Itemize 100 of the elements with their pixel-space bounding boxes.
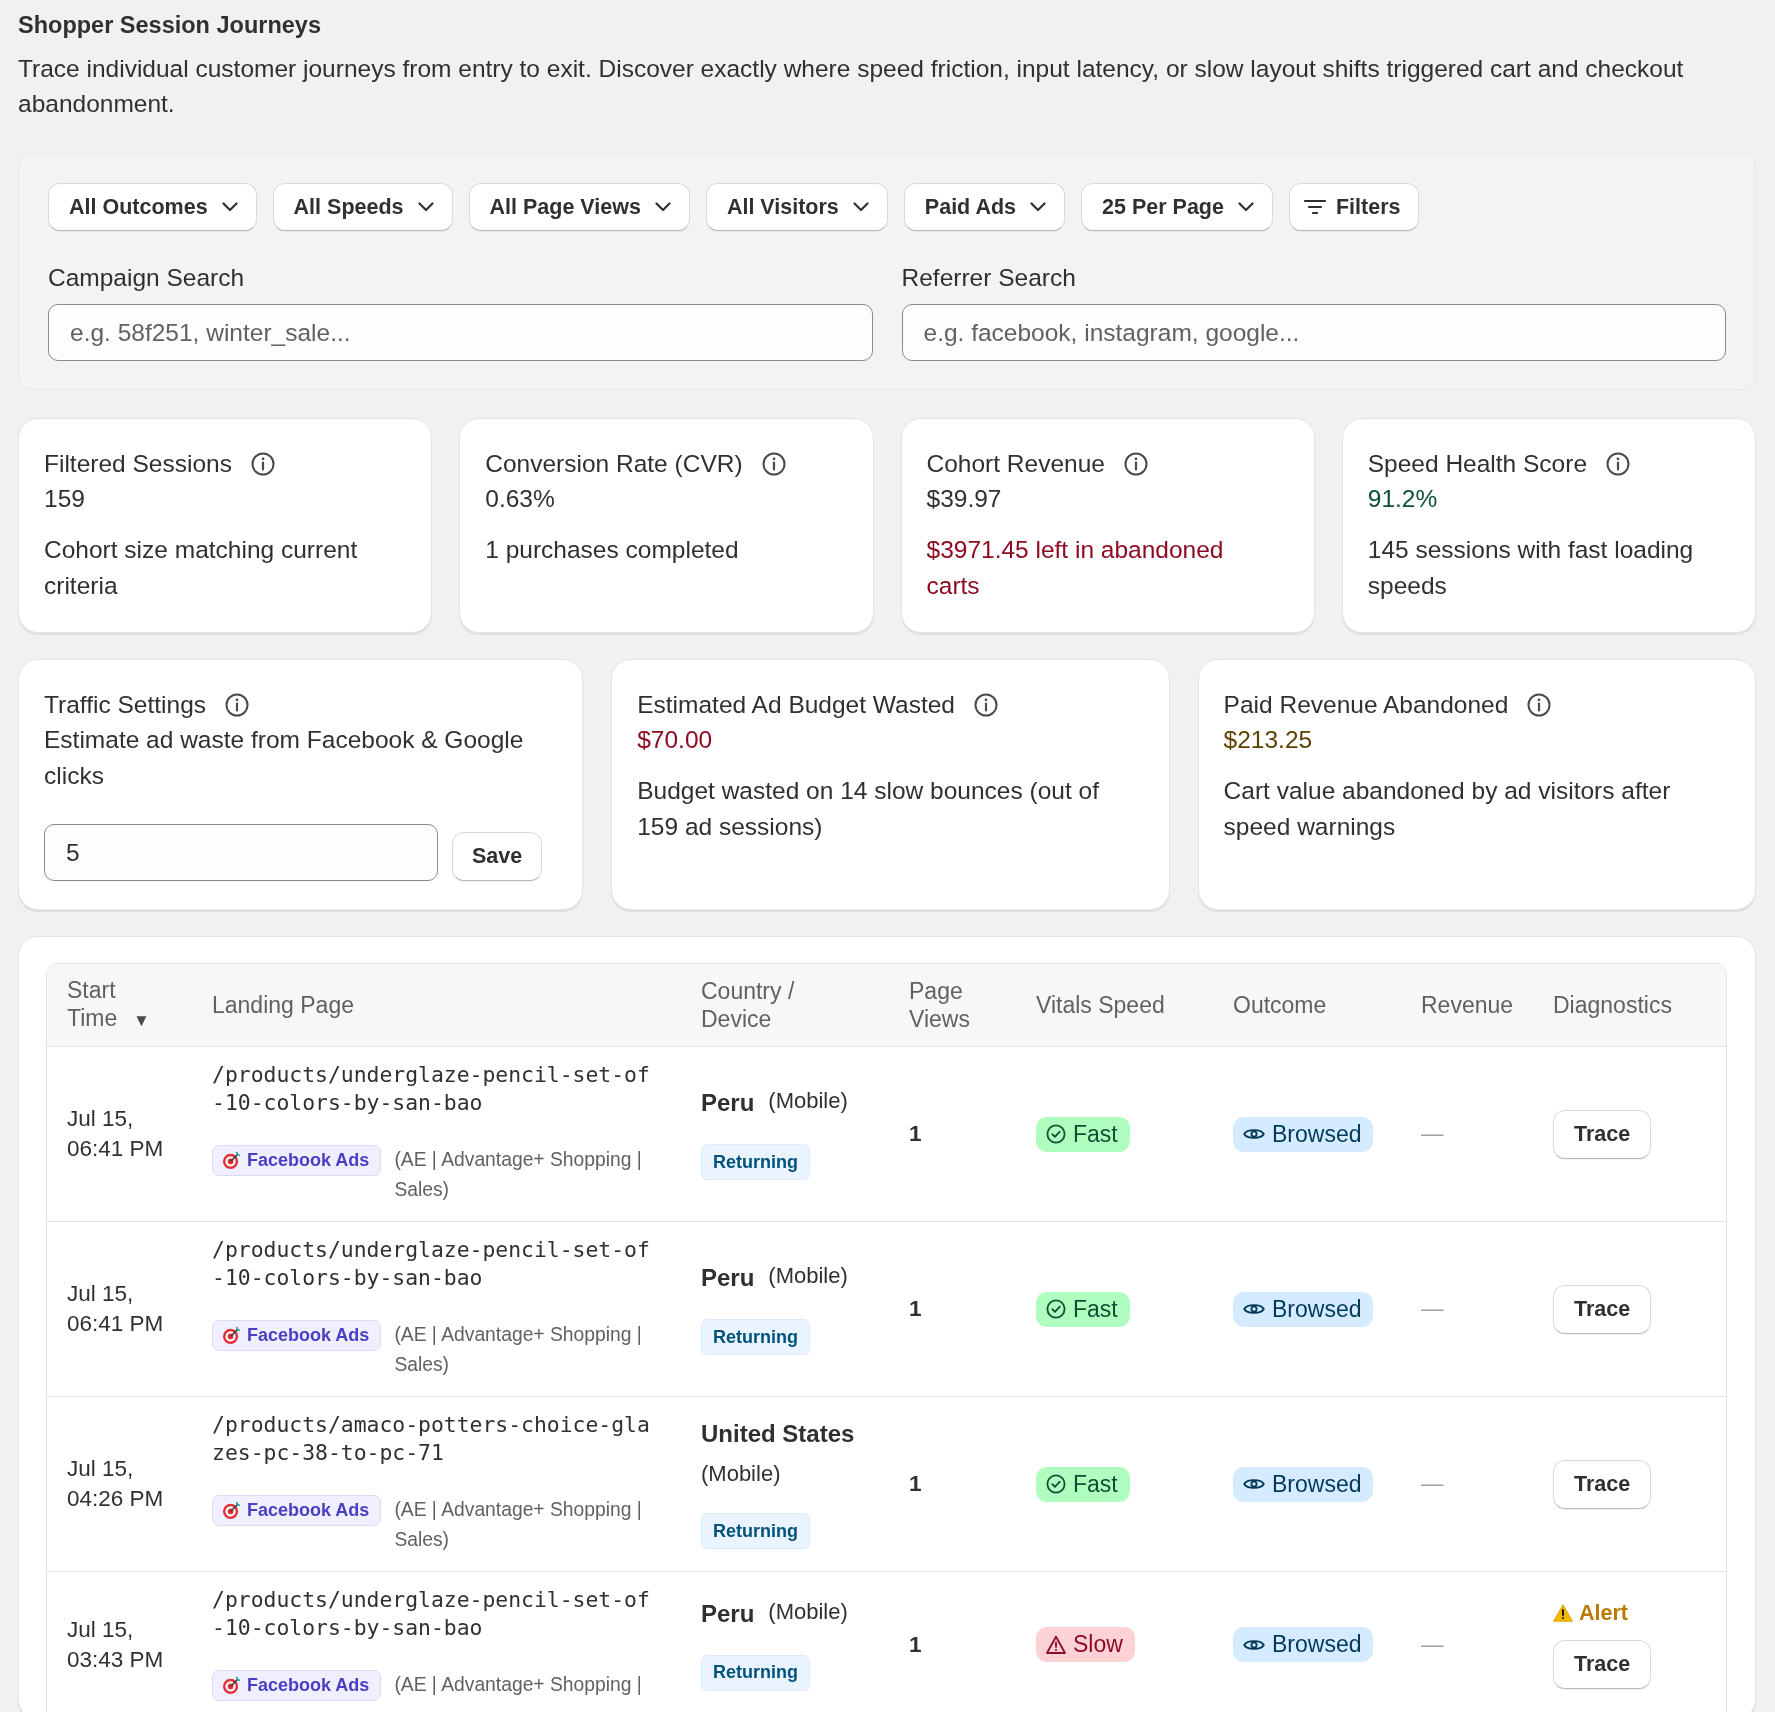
column-header: Revenue bbox=[1421, 992, 1514, 1018]
card-title: Cohort Revenue bbox=[926, 449, 1105, 479]
start-time: Jul 15, 06:41 PM bbox=[67, 1105, 165, 1163]
info-icon[interactable] bbox=[1123, 451, 1148, 476]
campaign-note: (AE | Advantage+ Shopping | Sales) bbox=[394, 1148, 643, 1202]
source-label: Facebook Ads bbox=[247, 1150, 370, 1171]
card-title: Speed Health Score bbox=[1367, 449, 1588, 479]
info-icon[interactable] bbox=[761, 451, 786, 476]
search-label: Campaign Search bbox=[48, 263, 245, 293]
outcome-label: Browsed bbox=[1272, 1295, 1362, 1323]
search-field[interactable]: e.g. 58f251, winter_sale... bbox=[48, 304, 873, 361]
check-circle-icon bbox=[1046, 1124, 1066, 1144]
stat-note: 1 purchases completed bbox=[485, 535, 740, 565]
stat-note: 145 sessions with fast loading speeds bbox=[1367, 535, 1695, 601]
filter-dropdown[interactable]: 25 Per Page bbox=[1081, 183, 1273, 231]
column-header: Page Views bbox=[909, 978, 970, 1032]
trace-button[interactable]: Trace bbox=[1553, 1284, 1652, 1334]
warning-icon bbox=[1046, 1634, 1066, 1655]
source-label: Facebook Ads bbox=[247, 1500, 370, 1521]
column-header: Diagnostics bbox=[1553, 991, 1672, 1019]
card-title: Estimated Ad Budget Wasted bbox=[637, 690, 955, 720]
country-name: United States bbox=[701, 1419, 855, 1449]
start-time: Jul 15, 04:26 PM bbox=[67, 1455, 165, 1513]
column-header: Vitals Speed bbox=[1036, 992, 1165, 1018]
card-title: Traffic Settings bbox=[44, 690, 207, 720]
filters-button[interactable]: Filters bbox=[1288, 183, 1420, 231]
speed-label: Slow bbox=[1073, 1631, 1123, 1658]
metric-note: Cart value abandoned by ad visitors after speed warnings bbox=[1223, 776, 1672, 842]
trace-button[interactable]: Trace bbox=[1553, 1459, 1652, 1509]
eye-icon bbox=[1243, 1302, 1265, 1316]
metric-note: Budget wasted on 14 slow bounces (out of 159 ad sessions) bbox=[637, 776, 1100, 842]
info-icon[interactable] bbox=[1606, 451, 1631, 476]
info-icon[interactable] bbox=[250, 451, 275, 476]
stat-value: 159 bbox=[44, 484, 86, 514]
filter-icon bbox=[1303, 199, 1326, 215]
sort-indicator[interactable]: ▼ bbox=[133, 1010, 150, 1030]
visitor-tag: Returning bbox=[701, 1654, 810, 1691]
chevron-down-icon bbox=[1030, 202, 1047, 212]
start-time: Jul 15, 03:43 PM bbox=[67, 1615, 165, 1674]
card-title: Filtered Sessions bbox=[44, 449, 232, 479]
filter-dropdown[interactable]: Paid Ads bbox=[903, 183, 1066, 231]
source-label: Facebook Ads bbox=[247, 1325, 370, 1346]
revenue-value: — bbox=[1421, 1471, 1444, 1496]
page-views-count: 1 bbox=[909, 1121, 922, 1146]
eye-icon bbox=[1243, 1127, 1265, 1141]
check-circle-icon bbox=[1046, 1474, 1066, 1494]
campaign-note: (AE | Advantage+ Shopping | Sales) bbox=[394, 1323, 643, 1377]
revenue-value: — bbox=[1421, 1121, 1444, 1146]
landing-page-path: /products/underglaze-pencil-set-of-10-colors-by-san-bao bbox=[212, 1061, 651, 1117]
stat-value: 91.2% bbox=[1367, 484, 1439, 514]
device-type: (Mobile) bbox=[768, 1598, 848, 1625]
start-time: Jul 15, 06:41 PM bbox=[67, 1280, 165, 1338]
metric-value: $213.25 bbox=[1223, 725, 1314, 755]
metric-value: $70.00 bbox=[637, 725, 714, 755]
visitor-tag: Returning bbox=[701, 1144, 810, 1180]
source-label: Facebook Ads bbox=[247, 1675, 370, 1696]
filter-dropdown[interactable]: All Outcomes bbox=[48, 183, 257, 231]
target-icon bbox=[222, 1151, 241, 1170]
info-icon[interactable] bbox=[225, 692, 250, 717]
device-type: (Mobile) bbox=[701, 1461, 781, 1487]
column-header: Landing Page bbox=[212, 992, 354, 1018]
revenue-value: — bbox=[1421, 1631, 1444, 1657]
target-icon bbox=[222, 1676, 241, 1695]
card-title: Paid Revenue Abandoned bbox=[1223, 690, 1509, 720]
stat-note: $3971.45 left in abandoned carts bbox=[926, 535, 1225, 601]
outcome-label: Browsed bbox=[1272, 1470, 1362, 1498]
speed-label: Fast bbox=[1073, 1470, 1118, 1498]
trace-button[interactable]: Trace bbox=[1553, 1109, 1652, 1159]
info-icon[interactable] bbox=[974, 692, 998, 717]
info-icon[interactable] bbox=[1527, 692, 1552, 717]
speed-label: Fast bbox=[1073, 1295, 1118, 1323]
save-button[interactable]: Save bbox=[452, 832, 543, 881]
visitor-tag: Returning bbox=[701, 1319, 810, 1355]
landing-page-path: /products/underglaze-pencil-set-of-10-colors-by-san-bao bbox=[212, 1236, 651, 1292]
filter-dropdown[interactable]: All Visitors bbox=[705, 183, 888, 231]
trace-button[interactable]: Trace bbox=[1553, 1640, 1652, 1689]
column-header: Country / Device bbox=[701, 978, 795, 1032]
warning-icon bbox=[1553, 1604, 1573, 1622]
filter-dropdown[interactable]: All Speeds bbox=[272, 183, 453, 231]
target-icon bbox=[222, 1326, 241, 1345]
page-views-count: 1 bbox=[909, 1471, 922, 1496]
check-circle-icon bbox=[1046, 1299, 1066, 1319]
stat-value: 0.63% bbox=[485, 484, 556, 514]
column-header[interactable]: Start Time bbox=[67, 975, 130, 1032]
search-field[interactable]: e.g. facebook, instagram, google... bbox=[901, 304, 1726, 361]
filter-dropdown[interactable]: All Page Views bbox=[468, 183, 690, 231]
chevron-down-icon bbox=[852, 202, 869, 212]
cost-input[interactable]: 5 bbox=[44, 824, 438, 881]
outcome-label: Browsed bbox=[1272, 1120, 1362, 1148]
chevron-down-icon bbox=[654, 202, 671, 212]
search-label: Referrer Search bbox=[901, 263, 1076, 293]
device-type: (Mobile) bbox=[768, 1088, 848, 1114]
chevron-down-icon bbox=[1237, 202, 1254, 212]
revenue-value: — bbox=[1421, 1296, 1444, 1321]
landing-page-path: /products/underglaze-pencil-set-of-10-colors-by-san-bao bbox=[212, 1586, 651, 1642]
column-header: Outcome bbox=[1233, 992, 1327, 1018]
chevron-down-icon bbox=[221, 202, 238, 212]
speed-label: Fast bbox=[1073, 1120, 1118, 1148]
visitor-tag: Returning bbox=[701, 1513, 810, 1549]
eye-icon bbox=[1243, 1637, 1265, 1652]
